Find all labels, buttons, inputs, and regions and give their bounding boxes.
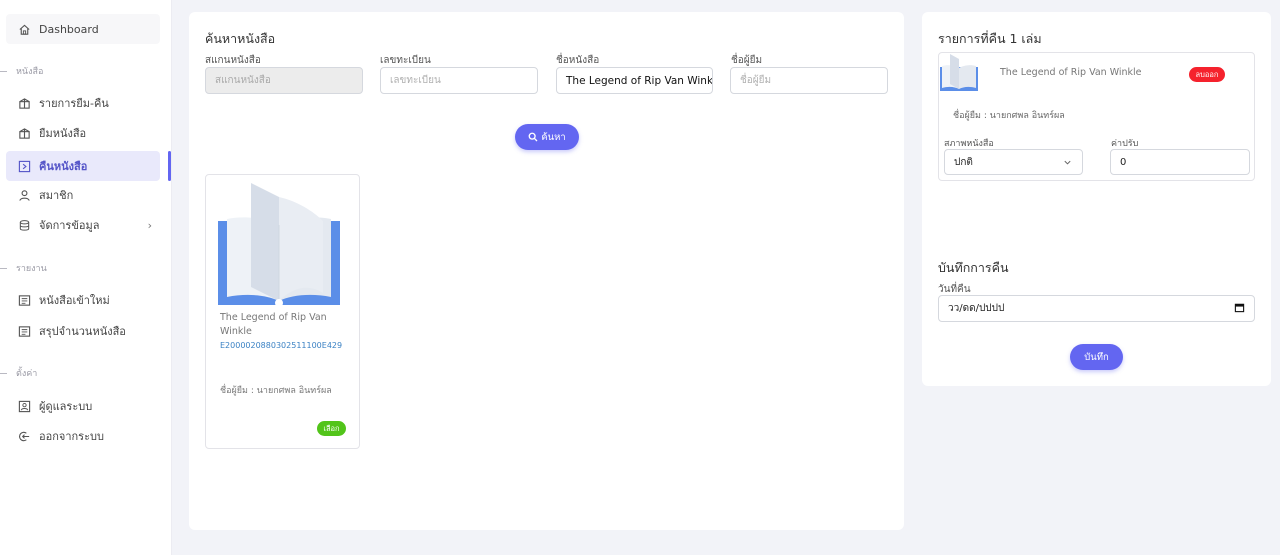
sidebar-item-admin[interactable]: ผู้ดูแลระบบ xyxy=(6,391,160,421)
return-item-title: The Legend of Rip Van Winkle xyxy=(1000,67,1142,78)
sidebar-section-books: หนังสือ xyxy=(0,64,43,78)
sidebar-item-members[interactable]: สมาชิก xyxy=(6,180,160,210)
report-icon xyxy=(17,293,31,307)
sidebar-item-return-book[interactable]: คืนหนังสือ xyxy=(6,151,160,181)
sidebar-section-settings: ตั้งค่า xyxy=(0,366,37,380)
book-borrower: ชื่อผู้ยืม : นายกศพล อินทร์ผล xyxy=(220,386,332,396)
sidebar-section-reports: รายงาน xyxy=(0,261,47,275)
book-name-input[interactable]: The Legend of Rip Van Winkle xyxy=(556,67,713,94)
return-date-input[interactable]: วว/ดด/ปปปป xyxy=(938,295,1255,322)
database-icon xyxy=(17,218,31,232)
borrower-label: ชื่อผู้ยืม xyxy=(731,55,763,66)
sidebar-item-borrow-book[interactable]: ยืมหนังสือ xyxy=(6,118,160,148)
scan-label: สแกนหนังสือ xyxy=(205,55,261,66)
box-icon xyxy=(17,96,31,110)
select-button[interactable]: เลือก xyxy=(317,421,346,436)
search-title: ค้นหาหนังสือ xyxy=(205,31,276,46)
scan-input[interactable]: สแกนหนังสือ xyxy=(205,67,363,94)
sidebar-item-label: Dashboard xyxy=(39,22,99,36)
home-icon xyxy=(17,22,31,36)
sidebar-item-label: ออกจากระบบ xyxy=(39,430,104,443)
logout-icon xyxy=(17,429,31,443)
book-cover-icon xyxy=(218,183,340,307)
return-date-placeholder: วว/ดด/ปปปป xyxy=(948,303,1005,314)
book-title: The Legend of Rip Van Winkle xyxy=(220,312,327,337)
sidebar-item-new-books[interactable]: หนังสือเข้าใหม่ xyxy=(6,285,160,315)
box-icon xyxy=(17,126,31,140)
fine-input[interactable]: 0 xyxy=(1110,149,1250,175)
book-code: E2000020880302511100E429 xyxy=(220,341,343,350)
return-item: The Legend of Rip Van Winkle ลบออก ชื่อผ… xyxy=(938,52,1255,181)
condition-label: สภาพหนังสือ xyxy=(944,139,994,149)
sidebar-item-label: ผู้ดูแลระบบ xyxy=(39,400,93,413)
record-title: บันทึกการคืน xyxy=(938,260,1009,275)
return-box-icon xyxy=(17,159,31,173)
return-list-title: รายการที่คืน 1 เล่ม xyxy=(938,31,1042,46)
admin-icon xyxy=(17,399,31,413)
sidebar-item-label: ยืมหนังสือ xyxy=(39,127,87,140)
borrower-input[interactable]: ชื่อผู้ยืม xyxy=(730,67,888,94)
sidebar-item-label: รายการยืม-คืน xyxy=(39,97,109,110)
search-icon xyxy=(528,132,538,142)
fine-label: ค่าปรับ xyxy=(1111,139,1139,149)
book-name-label: ชื่อหนังสือ xyxy=(556,55,600,66)
sidebar-item-label: จัดการข้อมูล xyxy=(39,219,100,232)
search-button-label: ค้นหา xyxy=(541,131,566,143)
sidebar-item-logout[interactable]: ออกจากระบบ xyxy=(6,421,160,451)
remove-button[interactable]: ลบออก xyxy=(1189,67,1225,82)
sidebar-item-borrow-return-list[interactable]: รายการยืม-คืน xyxy=(6,88,160,118)
sidebar-item-book-summary[interactable]: สรุปจำนวนหนังสือ xyxy=(6,316,160,346)
active-indicator xyxy=(168,151,171,181)
condition-select[interactable]: ปกติ xyxy=(944,149,1083,175)
user-icon xyxy=(17,188,31,202)
save-button[interactable]: บันทึก xyxy=(1070,344,1123,370)
sidebar: Dashboard หนังสือ รายการยืม-คืน ยืมหนังส… xyxy=(0,0,172,555)
sidebar-item-label: หนังสือเข้าใหม่ xyxy=(39,294,110,307)
chevron-down-icon xyxy=(1063,158,1072,170)
return-item-borrower: ชื่อผู้ยืม : นายกศพล อินทร์ผล xyxy=(953,111,1065,121)
sidebar-item-label: สมาชิก xyxy=(39,189,74,202)
sidebar-item-manage-data[interactable]: จัดการข้อมูล › xyxy=(6,210,160,240)
registration-input[interactable]: เลขทะเบียน xyxy=(380,67,538,94)
chevron-right-icon: › xyxy=(147,218,152,232)
registration-label: เลขทะเบียน xyxy=(380,55,431,66)
calendar-icon[interactable] xyxy=(1234,302,1245,316)
sidebar-item-dashboard[interactable]: Dashboard xyxy=(6,14,160,44)
condition-value: ปกติ xyxy=(954,156,973,168)
report-icon xyxy=(17,324,31,338)
book-thumbnail-icon xyxy=(940,54,978,91)
sidebar-item-label: คืนหนังสือ xyxy=(39,160,88,173)
sidebar-item-label: สรุปจำนวนหนังสือ xyxy=(39,325,126,338)
search-button[interactable]: ค้นหา xyxy=(515,124,579,150)
book-result-card[interactable]: The Legend of Rip Van Winkle E2000020880… xyxy=(205,174,360,449)
